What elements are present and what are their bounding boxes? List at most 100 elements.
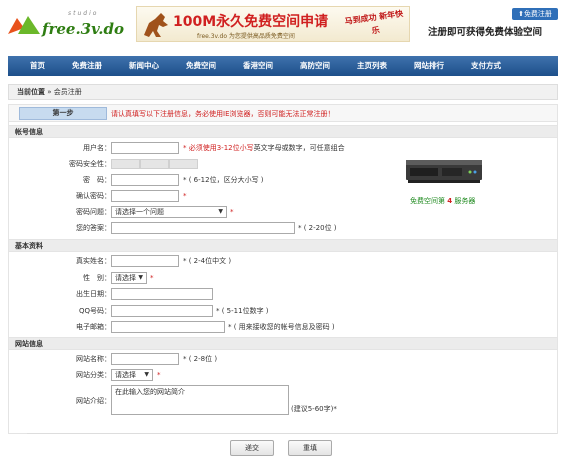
banner-greeting: 马到成功 新年快乐: [344, 8, 404, 36]
username-hint-red: 小写: [239, 144, 254, 152]
banner-subtitle: free.3v.do 为您提供高品质免费空间: [197, 33, 295, 40]
row-sitecat: 网站分类： 请选择 ▼ *: [9, 368, 557, 382]
qq-input[interactable]: [111, 305, 213, 317]
sitename-label: 网站名称：: [76, 355, 111, 363]
realname-label: 真实姓名：: [76, 257, 111, 265]
row-qq: QQ号码： * ( 5-11位数字 ): [9, 304, 557, 318]
section-basic: 基本资料: [9, 239, 557, 252]
nav-item[interactable]: 主页列表: [357, 56, 387, 76]
server-caption-num: 4: [447, 197, 453, 205]
siteintro-textarea[interactable]: 在此输入您的网站简介: [111, 385, 289, 415]
gender-hint: *: [150, 274, 154, 282]
row-question: 密码问题： 请选择一个问题 ▼ *: [9, 205, 557, 219]
username-hint: * 必须使用3-12位小写英文字母或数字，可任意组合: [183, 141, 345, 155]
header-slogan: 注册即可获得免费体验空间: [428, 27, 543, 38]
server-caption-a: 免费空间第: [410, 197, 445, 205]
server-caption-b: 服务器: [454, 197, 476, 205]
row-realname: 真实姓名： * ( 2-4位中文 ): [9, 254, 557, 268]
sitename-input[interactable]: [111, 353, 179, 365]
section-site: 网站信息: [9, 337, 557, 350]
row-email: 电子邮箱： * ( 用来接收您的帐号信息及密码 ): [9, 320, 557, 334]
submit-button[interactable]: 递交: [230, 440, 274, 456]
row-answer: 您的答案： * ( 2-20位 ): [9, 221, 557, 235]
row-siteintro: 网站介绍： 在此输入您的网站简介 (建议5-60字)*: [9, 384, 557, 418]
password-input[interactable]: [111, 174, 179, 186]
sitecat-value: 请选择: [115, 371, 136, 379]
dropdown-arrow-icon: ▼: [138, 274, 143, 281]
nav-item[interactable]: 网站排行: [414, 56, 444, 76]
form-divider: [27, 433, 557, 434]
answer-input[interactable]: [111, 222, 295, 234]
section-account: 帐号信息: [9, 125, 557, 138]
email-input[interactable]: [111, 321, 225, 333]
gender-value: 请选择: [115, 274, 136, 282]
question-select[interactable]: 请选择一个问题 ▼: [111, 206, 227, 218]
birth-input[interactable]: [111, 288, 213, 300]
row-username: 用户名： * 必须使用3-12位小写英文字母或数字，可任意组合: [9, 141, 557, 155]
sitecat-select[interactable]: 请选择 ▼: [111, 369, 153, 381]
gender-label: 性 别：: [83, 274, 111, 282]
row-sitename: 网站名称： * ( 2-8位 ): [9, 352, 557, 366]
sitecat-label: 网站分类：: [76, 371, 111, 379]
nav-item[interactable]: 免费空间: [186, 56, 216, 76]
logo-sub: studio: [68, 10, 99, 17]
row-birth: 出生日期：: [9, 287, 557, 301]
main-nav: 首页 免费注册 新闻中心 免费空间 香港空间 高防空间 主页列表 网站排行 支付…: [8, 56, 558, 76]
password-hint: * ( 6-12位，区分大小写 ): [183, 176, 264, 184]
email-label: 电子邮箱：: [76, 323, 111, 331]
password-label: 密 码：: [83, 176, 111, 184]
register-form: 第一步 请认真填写以下注册信息，务必使用IE浏览器，否则可能无法正常注册！ 帐号…: [8, 104, 558, 434]
confirm-hint: *: [183, 192, 187, 200]
realname-input[interactable]: [111, 255, 179, 267]
server-image: [406, 160, 482, 183]
question-label: 密码问题：: [76, 208, 111, 216]
ad-banner[interactable]: 100M永久免费空间申请 free.3v.do 为您提供高品质免费空间 马到成功…: [136, 6, 410, 42]
breadcrumb-sep: »: [47, 88, 52, 96]
siteintro-label: 网站介绍：: [76, 397, 111, 405]
confirm-label: 确认密码：: [76, 192, 111, 200]
logo-text: free.3v.do: [42, 20, 125, 38]
question-hint: *: [230, 208, 234, 216]
dropdown-arrow-icon: ▼: [218, 208, 223, 215]
horse-icon: [144, 13, 168, 37]
username-input[interactable]: [111, 142, 179, 154]
confirm-password-input[interactable]: [111, 190, 179, 202]
gender-select[interactable]: 请选择 ▼: [111, 272, 147, 284]
logo-mountain-icon: [8, 16, 40, 34]
reset-button[interactable]: 重填: [288, 440, 332, 456]
server-caption: 免费空间第 4 服务器: [410, 196, 475, 206]
username-hint-b: 英文字母或数字，可任意组合: [253, 144, 345, 152]
email-hint: * ( 用来接收您的帐号信息及密码 ): [228, 323, 335, 331]
site-logo[interactable]: studio free.3v.do: [8, 8, 124, 40]
nav-item[interactable]: 香港空间: [243, 56, 273, 76]
row-gender: 性 别： 请选择 ▼ *: [9, 271, 557, 285]
banner-title: 100M永久免费空间申请: [173, 14, 329, 30]
username-label: 用户名：: [83, 144, 111, 152]
breadcrumb-label: 当前位置: [17, 88, 45, 96]
nav-item[interactable]: 高防空间: [300, 56, 330, 76]
answer-label: 您的答案：: [76, 224, 111, 232]
nav-item[interactable]: 免费注册: [72, 56, 102, 76]
breadcrumb-page: 会员注册: [53, 88, 82, 96]
birth-label: 出生日期：: [76, 290, 111, 298]
question-value: 请选择一个问题: [115, 208, 164, 216]
realname-hint: * ( 2-4位中文 ): [183, 257, 232, 265]
answer-hint: * ( 2-20位 ): [298, 224, 337, 232]
register-tag-label: 免费注册: [523, 10, 552, 18]
dropdown-arrow-icon: ▼: [144, 371, 149, 378]
sitecat-hint: *: [157, 371, 161, 379]
qq-hint: * ( 5-11位数字 ): [216, 307, 269, 315]
step-bar: 第一步 请认真填写以下注册信息，务必使用IE浏览器，否则可能无法正常注册！: [9, 105, 557, 122]
nav-item[interactable]: 新闻中心: [129, 56, 159, 76]
register-tag-button[interactable]: ⬆免费注册: [512, 8, 558, 20]
breadcrumb: 当前位置 » 会员注册: [8, 84, 558, 100]
step-label: 第一步: [19, 107, 107, 120]
nav-item[interactable]: 首页: [30, 56, 45, 76]
siteintro-hint: (建议5-60字)*: [291, 405, 337, 413]
page-header: studio free.3v.do 100M永久免费空间申请 free.3v.d…: [0, 0, 566, 52]
nav-item[interactable]: 支付方式: [471, 56, 501, 76]
password-strength-meter: [111, 159, 198, 169]
sitename-hint: * ( 2-8位 ): [183, 355, 218, 363]
qq-label: QQ号码：: [78, 307, 111, 315]
step-notice: 请认真填写以下注册信息，务必使用IE浏览器，否则可能无法正常注册！: [111, 110, 335, 118]
